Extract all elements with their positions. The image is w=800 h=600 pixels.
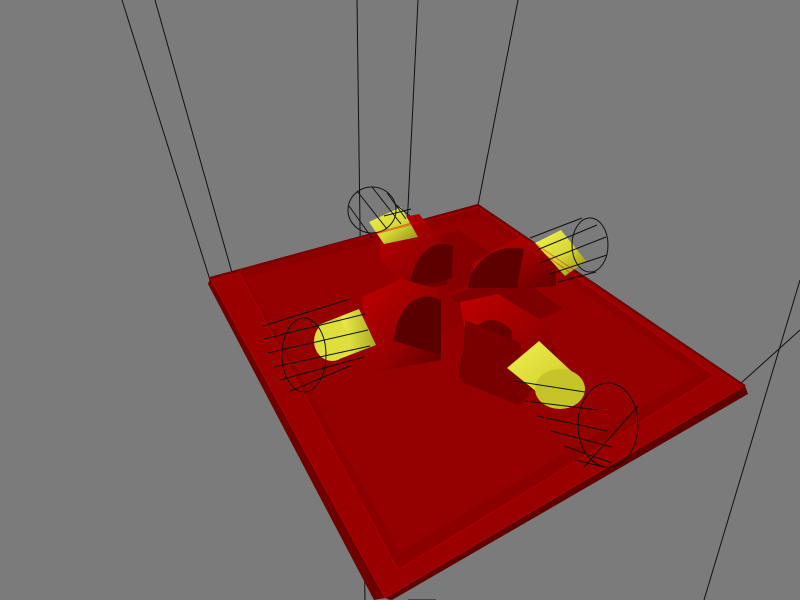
- guide-line: [477, 0, 519, 206]
- 3d-viewport[interactable]: [0, 0, 800, 600]
- wireframe-cylinder: [571, 217, 609, 273]
- guide-line: [703, 279, 800, 600]
- guide-line: [121, 0, 211, 281]
- guide-line: [154, 0, 235, 281]
- 3d-scene[interactable]: [0, 0, 800, 600]
- guide-line: [739, 329, 800, 385]
